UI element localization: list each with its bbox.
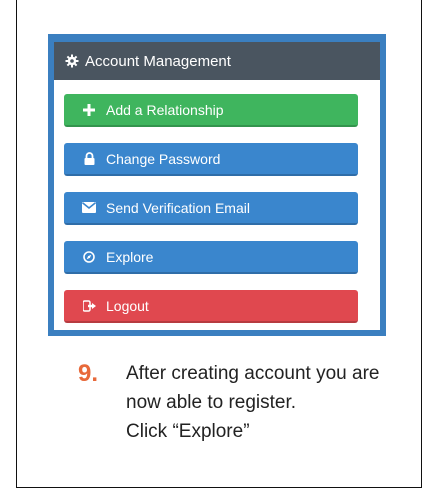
instruction-line: Click “Explore” [126,421,250,442]
step-instructions: After creating account you are now able … [126,359,396,446]
explore-label: Explore [106,248,154,265]
explore-button[interactable]: Explore [64,241,358,274]
instruction-line: now able to register. [126,392,297,413]
add-relationship-label: Add a Relationship [106,101,224,118]
step-number: 9. [78,360,99,387]
send-verification-email-label: Send Verification Email [106,199,250,216]
gear-icon [65,54,79,68]
sign-out-icon [82,299,96,313]
logout-button[interactable]: Logout [64,290,358,323]
plus-icon [82,103,96,117]
panel-title: Account Management [85,52,231,70]
instruction-line: After creating account you are [126,363,380,384]
change-password-button[interactable]: Change Password [64,143,358,176]
lock-icon [82,152,96,166]
change-password-label: Change Password [106,150,221,167]
panel-header: Account Management [54,42,380,80]
compass-icon [82,250,96,264]
account-management-panel: Account Management Add a Relationship Ch… [48,34,386,336]
send-verification-email-button[interactable]: Send Verification Email [64,192,358,225]
logout-label: Logout [106,297,149,314]
envelope-icon [82,201,96,215]
add-relationship-button[interactable]: Add a Relationship [64,94,358,127]
